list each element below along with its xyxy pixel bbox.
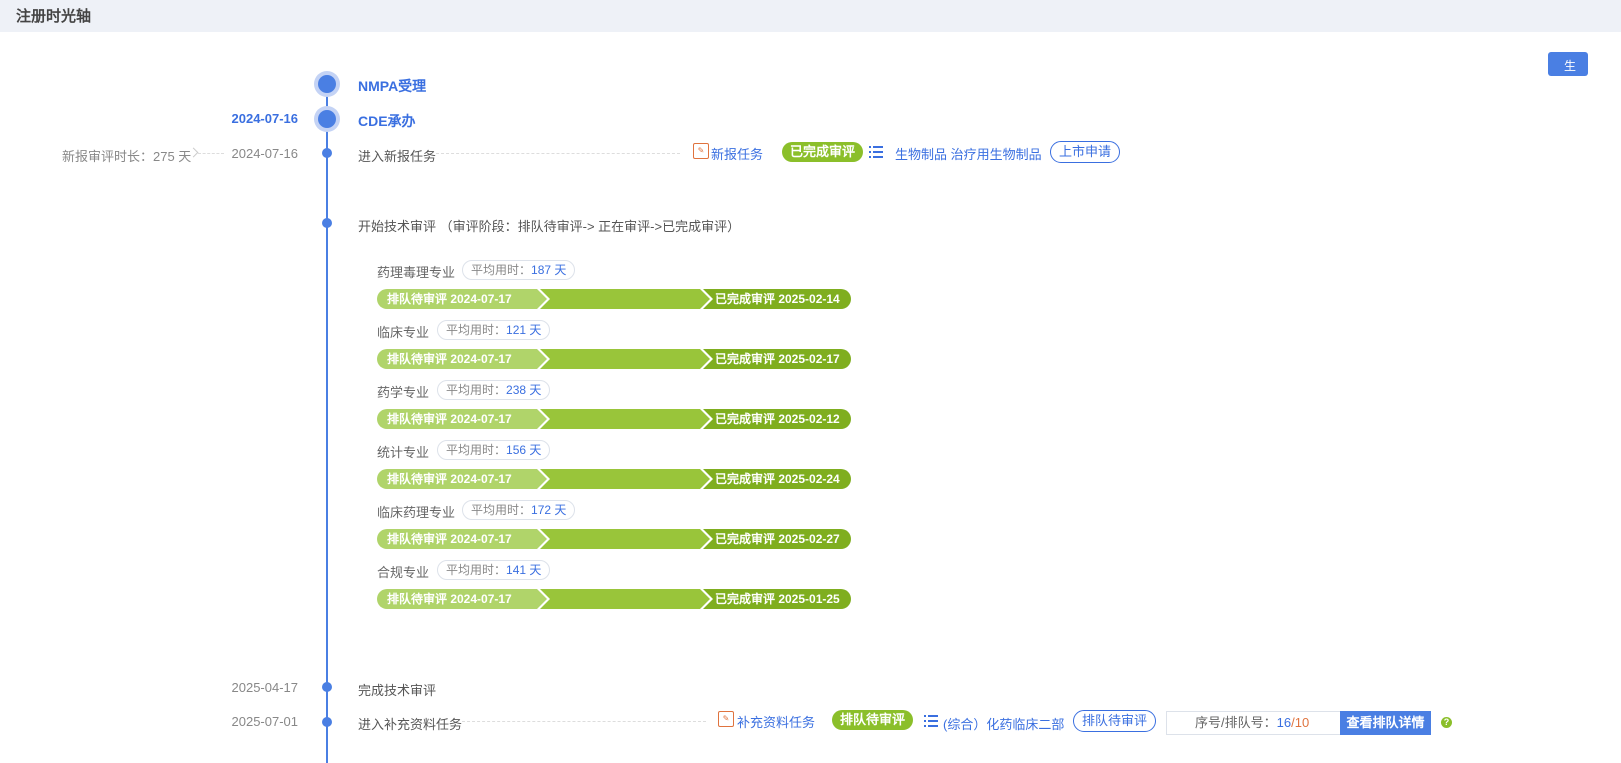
timeline-node-tech-review	[322, 218, 332, 228]
bar-reviewing-segment	[540, 529, 710, 549]
bar-queued-segment: 排队待审评 2024-07-17	[377, 349, 547, 369]
bar-reviewing-segment	[540, 289, 710, 309]
dash-connector	[462, 721, 706, 722]
bar-completed-segment: 已完成审评 2025-02-27	[703, 529, 851, 549]
help-icon[interactable]: ?	[1441, 717, 1452, 728]
status-badge-queued: 排队待审评	[832, 710, 914, 730]
specialty-name: 临床药理专业	[377, 505, 456, 520]
bar-completed-segment: 已完成审评 2025-02-24	[703, 469, 851, 489]
task-doc-icon: ✎	[718, 711, 734, 727]
review-progress-bar: 排队待审评 2024-07-17 已完成审评 2025-02-24	[377, 469, 851, 489]
bar-queued-segment: 排队待审评 2024-07-17	[377, 529, 547, 549]
review-progress-bar: 排队待审评 2024-07-17 已完成审评 2025-02-12	[377, 409, 851, 429]
avg-time-badge: 平均用时：238 天	[437, 380, 551, 400]
bar-completed-segment: 已完成审评 2025-02-12	[703, 409, 851, 429]
review-progress-bar: 排队待审评 2024-07-17 已完成审评 2025-01-25	[377, 589, 851, 609]
event-tech-review-done: 完成技术审评	[358, 683, 437, 698]
side-action-button[interactable]: 生	[1548, 52, 1588, 76]
stage-date-cde: 2024-07-16	[231, 111, 299, 126]
timeline-node-supplement	[322, 717, 332, 727]
header-bar: 注册时光轴	[0, 0, 1621, 32]
task-doc-icon: ✎	[693, 143, 709, 159]
avg-time-badge: 平均用时：141 天	[437, 560, 551, 580]
specialty-name: 临床专业	[377, 325, 430, 340]
review-duration: 新报审评时长：275 天	[62, 149, 192, 164]
avg-time-badge: 平均用时：121 天	[437, 320, 551, 340]
timeline-node-tech-done	[322, 682, 332, 692]
product-category-link[interactable]: 生物制品 治疗用生物制品	[895, 144, 1042, 163]
timeline-node-nmpa	[314, 71, 340, 97]
bar-completed-segment: 已完成审评 2025-02-17	[703, 349, 851, 369]
bar-queued-segment: 排队待审评 2024-07-17	[377, 469, 547, 489]
review-progress-bar: 排队待审评 2024-07-17 已完成审评 2025-02-27	[377, 529, 851, 549]
bar-completed-segment: 已完成审评 2025-02-14	[703, 289, 851, 309]
avg-time-badge: 平均用时：187 天	[462, 260, 576, 280]
event-new-report: 进入新报任务	[358, 149, 437, 164]
list-icon	[869, 146, 883, 158]
bar-reviewing-segment	[540, 349, 710, 369]
stage-title-cde: CDE承办	[358, 113, 416, 129]
department-link[interactable]: (综合）化药临床二部	[943, 714, 1064, 733]
bar-queued-segment: 排队待审评 2024-07-17	[377, 289, 547, 309]
queue-status-badge: 排队待审评	[1073, 710, 1157, 732]
application-type-badge: 上市申请	[1050, 141, 1121, 163]
dash-connector	[436, 153, 680, 154]
review-progress-bar: 排队待审评 2024-07-17 已完成审评 2025-02-17	[377, 349, 851, 369]
bar-reviewing-segment	[540, 469, 710, 489]
list-icon	[924, 715, 938, 727]
event-date-tech-done: 2025-04-17	[231, 680, 299, 695]
timeline-node-cde	[314, 106, 340, 132]
specialty-name: 药学专业	[377, 385, 430, 400]
bar-reviewing-segment	[540, 589, 710, 609]
supplement-task-link[interactable]: 补充资料任务	[737, 712, 815, 731]
event-supplement: 进入补充资料任务	[358, 717, 463, 732]
specialty-name: 药理毒理专业	[377, 265, 456, 280]
event-date-new-report: 2024-07-16	[231, 146, 299, 161]
new-report-task-link[interactable]: 新报任务	[711, 144, 763, 163]
avg-time-badge: 平均用时：172 天	[462, 500, 576, 520]
timeline-axis	[326, 76, 328, 763]
avg-time-badge: 平均用时：156 天	[437, 440, 551, 460]
bar-queued-segment: 排队待审评 2024-07-17	[377, 589, 547, 609]
bar-completed-segment: 已完成审评 2025-01-25	[703, 589, 851, 609]
page-title: 注册时光轴	[16, 8, 92, 25]
status-badge-completed: 已完成审评	[782, 142, 864, 162]
specialty-name: 统计专业	[377, 445, 430, 460]
bar-reviewing-segment	[540, 409, 710, 429]
stage-title-nmpa: NMPA受理	[358, 78, 427, 94]
specialty-name: 合规专业	[377, 565, 430, 580]
event-tech-review-start: 开始技术审评 （审评阶段：排队待审评-> 正在审评->已完成审评）	[358, 219, 741, 234]
queue-number-box: 序号/排队号：16/10	[1166, 711, 1340, 735]
view-queue-details-button[interactable]: 查看排队详情	[1340, 711, 1431, 735]
timeline-node-new-report	[322, 148, 332, 158]
event-date-supplement: 2025-07-01	[231, 714, 299, 729]
review-progress-bar: 排队待审评 2024-07-17 已完成审评 2025-02-14	[377, 289, 851, 309]
bar-queued-segment: 排队待审评 2024-07-17	[377, 409, 547, 429]
